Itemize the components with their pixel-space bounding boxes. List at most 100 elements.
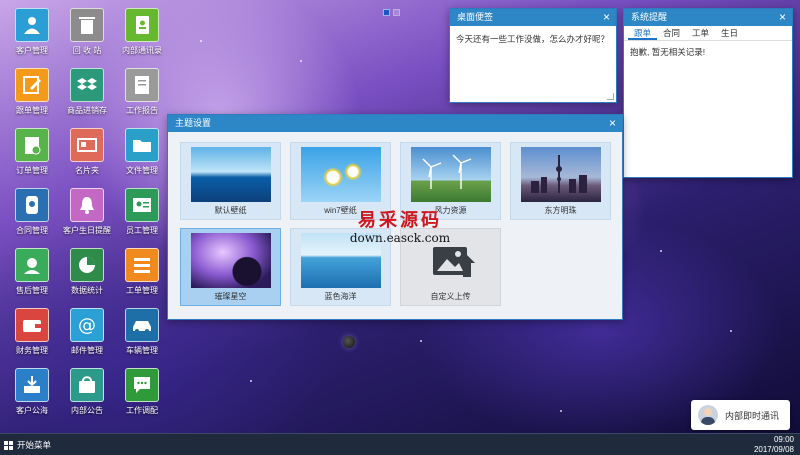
watermark-title: 易采源码: [358, 210, 442, 231]
taskbar-clock[interactable]: 09:00 2017/09/08: [754, 435, 794, 455]
desktop-icon[interactable]: 工作报告: [114, 68, 170, 124]
trash-icon: [70, 8, 104, 42]
theme-option-starry[interactable]: 璀璨星空: [180, 228, 281, 306]
tab-birthday[interactable]: 生日: [715, 26, 744, 40]
theme-caption: 默认壁纸: [214, 206, 247, 215]
desktop: 客户管理回 收 站内部通讯录 跟单管理 商品进销存 工作报告 订单管理 名片夹 文件管理 合同…: [0, 0, 800, 433]
theme-thumbnail-sea: [190, 147, 271, 202]
desktop-icon-label: 客户公海: [16, 406, 48, 415]
desktop-icon-label: 客户管理: [16, 46, 48, 55]
support-icon: [15, 248, 49, 282]
desktop-icon[interactable]: 售后管理: [4, 248, 60, 304]
tab-contract[interactable]: 合同: [657, 26, 686, 40]
windows-logo-icon: [4, 440, 13, 450]
theme-caption: 璀璨星空: [214, 292, 247, 301]
desktop-icon[interactable]: 工单管理: [114, 248, 170, 304]
clock-date: 2017/09/08: [753, 445, 794, 454]
close-icon[interactable]: ×: [609, 115, 616, 132]
desktop-icon[interactable]: 数据统计: [59, 248, 115, 304]
desktop-icon-label: 名片夹: [75, 166, 99, 175]
desktop-icon[interactable]: 员工管理: [114, 188, 170, 244]
star: [200, 40, 202, 42]
instant-messaging-button[interactable]: 内部即时通讯: [691, 400, 790, 430]
download-icon: [15, 368, 49, 402]
theme-thumbnail-galaxy: [190, 233, 271, 288]
desktop-icon[interactable]: 合同管理: [4, 188, 60, 244]
system-reminder-window[interactable]: 系统提醒 × 跟单 合同 工单 生日 抱歉, 暂无相关记录!: [623, 8, 793, 178]
desktop-icon[interactable]: 客户公海: [4, 368, 60, 424]
clipboard-icon: [15, 128, 49, 162]
desktop-pager[interactable]: [383, 9, 400, 16]
theme-option-wind[interactable]: 风力资源: [400, 142, 501, 220]
desktop-icon[interactable]: 客户生日提醒: [59, 188, 115, 244]
theme-option-win7[interactable]: win7壁纸: [290, 142, 391, 220]
tab-work-order[interactable]: 工单: [686, 26, 715, 40]
address-book-icon: [125, 8, 159, 42]
tab-follow-up[interactable]: 跟单: [628, 26, 658, 40]
card-icon: [70, 128, 104, 162]
desktop-icon[interactable]: 名片夹: [59, 128, 115, 184]
desktop-icon[interactable]: 客户管理: [4, 8, 60, 64]
note-titlebar[interactable]: 桌面便签 ×: [450, 9, 616, 26]
start-menu-button[interactable]: 开始菜单: [4, 437, 51, 453]
theme-thumbnail-city: [520, 147, 601, 202]
folder-icon: [125, 128, 159, 162]
employee-icon: [125, 188, 159, 222]
desktop-icon-label: 客户生日提醒: [63, 226, 111, 235]
desktop-icon[interactable]: 车辆管理: [114, 308, 170, 364]
report-icon: [125, 68, 159, 102]
theme-option-default[interactable]: 默认壁纸: [180, 142, 281, 220]
reminder-tabs: 跟单 合同 工单 生日: [624, 26, 792, 41]
desktop-icon-label: 订单管理: [16, 166, 48, 175]
desktop-icon[interactable]: 内部公告: [59, 368, 115, 424]
desktop-icon-label: 内部公告: [71, 406, 103, 415]
desktop-icon-label: 工单管理: [126, 286, 158, 295]
desktop-page-2[interactable]: [393, 9, 400, 16]
reminder-title: 系统提醒: [631, 12, 668, 22]
watermark-url: down.easck.com: [349, 231, 451, 245]
desktop-icon[interactable]: 工作调配: [114, 368, 170, 424]
theme-caption: 自定义上传: [430, 292, 471, 301]
watermark: 易采源码 down.easck.com: [346, 211, 454, 251]
desktop-icon-label: 售后管理: [16, 286, 48, 295]
desktop-icon[interactable]: 商品进销存: [59, 68, 115, 124]
desktop-icon-label: 车辆管理: [126, 346, 158, 355]
star: [250, 380, 252, 382]
desktop-icon[interactable]: @ 邮件管理: [59, 308, 115, 364]
desktop-icon[interactable]: 订单管理: [4, 128, 60, 184]
desktop-icon-label: 工作调配: [126, 406, 158, 415]
contract-icon: [15, 188, 49, 222]
edit-icon: [15, 68, 49, 102]
desktop-icon-label: 跟单管理: [16, 106, 48, 115]
star: [300, 60, 302, 62]
desktop-icon-label: 内部通讯录: [122, 46, 162, 55]
close-icon[interactable]: ×: [603, 9, 610, 26]
avatar: [698, 405, 718, 425]
desktop-icon[interactable]: 回 收 站: [59, 8, 115, 64]
desktop-icon[interactable]: 内部通讯录: [114, 8, 170, 64]
car-icon: [125, 308, 159, 342]
dropbox-icon: [70, 68, 104, 102]
desktop-icon[interactable]: 财务管理: [4, 308, 60, 364]
desktop-icon-label: 文件管理: [126, 166, 158, 175]
theme-thumbnail-daisy: [300, 147, 381, 202]
desktop-page-1[interactable]: [383, 9, 390, 16]
note-text[interactable]: 今天还有一些工作没做，怎么办才好呢？: [450, 26, 616, 52]
note-title: 桌面便签: [457, 12, 494, 22]
clock-time: 09:00: [773, 435, 794, 444]
bell-icon: [70, 188, 104, 222]
skyline-icon: [530, 155, 587, 193]
svg-text:@: @: [78, 315, 96, 336]
desktop-icon[interactable]: 跟单管理: [4, 68, 60, 124]
desktop-note-window[interactable]: 桌面便签 × 今天还有一些工作没做，怎么办才好呢？: [449, 8, 617, 103]
desktop-icon-label: 商品进销存: [67, 106, 107, 115]
desktop-icon[interactable]: 文件管理: [114, 128, 170, 184]
star: [420, 340, 422, 342]
resize-handle[interactable]: [607, 93, 614, 100]
theme-option-oriental-pearl[interactable]: 东方明珠: [510, 142, 611, 220]
reminder-titlebar[interactable]: 系统提醒 ×: [624, 9, 792, 26]
close-icon[interactable]: ×: [779, 9, 786, 26]
desktop-icon-label: 财务管理: [16, 346, 48, 355]
theme-titlebar[interactable]: 主题设置 ×: [168, 115, 622, 132]
desktop-icon-label: 工作报告: [126, 106, 158, 115]
